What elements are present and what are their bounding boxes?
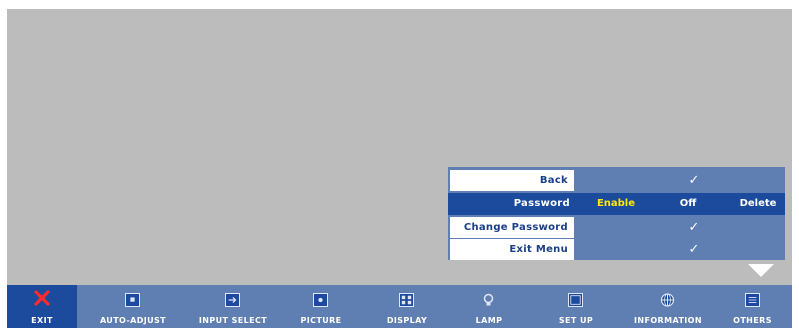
check-icon: ✓ — [688, 173, 700, 188]
menu-item-label: PICTURE — [300, 316, 342, 325]
menu-row-back[interactable]: Back ✓ — [448, 170, 785, 191]
menu-others[interactable]: OTHERS — [713, 285, 792, 328]
bottom-menu-bar: EXIT AUTO-ADJUST INPUT SELECT PICTURE DI… — [7, 285, 792, 328]
auto-adjust-icon — [125, 293, 140, 307]
display-icon — [399, 293, 414, 307]
check-icon: ✓ — [688, 242, 700, 257]
security-submenu: Back ✓ Password Enable Off Delete Change… — [448, 167, 785, 260]
menu-item-label: SET UP — [558, 316, 594, 325]
menu-picture[interactable]: PICTURE — [277, 285, 365, 328]
menu-display[interactable]: DISPLAY — [365, 285, 449, 328]
option-enable[interactable]: Enable — [588, 193, 644, 214]
menu-item-label: INPUT SELECT — [198, 316, 268, 325]
menu-setup[interactable]: SET UP — [529, 285, 623, 328]
option-off[interactable]: Off — [668, 193, 708, 214]
option-delete[interactable]: Delete — [733, 193, 783, 214]
menu-row-change-password[interactable]: Change Password ✓ — [448, 217, 785, 238]
menu-row-label: Password — [450, 193, 576, 215]
menu-auto-adjust[interactable]: AUTO-ADJUST — [77, 285, 189, 328]
information-icon — [660, 293, 675, 307]
menu-item-label: INFORMATION — [634, 316, 702, 325]
menu-row-exit-menu[interactable]: Exit Menu ✓ — [448, 239, 785, 260]
menu-row-password[interactable]: Password Enable Off Delete — [448, 193, 785, 215]
check-icon: ✓ — [688, 220, 700, 235]
others-icon — [744, 293, 760, 307]
menu-item-label: OTHERS — [733, 316, 772, 325]
menu-item-label: DISPLAY — [386, 316, 428, 325]
picture-icon — [313, 293, 328, 307]
menu-lamp[interactable]: LAMP — [449, 285, 529, 328]
menu-row-label: Back — [450, 170, 574, 191]
menu-exit[interactable]: EXIT — [7, 285, 77, 328]
close-icon — [34, 290, 50, 306]
setup-icon — [568, 293, 583, 307]
menu-item-label: EXIT — [31, 316, 53, 325]
menu-row-label: Exit Menu — [450, 239, 574, 260]
menu-item-label: AUTO-ADJUST — [99, 316, 167, 325]
scroll-down-arrow-icon[interactable] — [748, 264, 774, 277]
menu-row-label: Change Password — [450, 217, 574, 238]
menu-information[interactable]: INFORMATION — [623, 285, 713, 328]
input-select-icon — [225, 293, 240, 307]
menu-input-select[interactable]: INPUT SELECT — [189, 285, 277, 328]
lamp-icon — [483, 293, 494, 306]
menu-item-label: LAMP — [475, 316, 503, 325]
